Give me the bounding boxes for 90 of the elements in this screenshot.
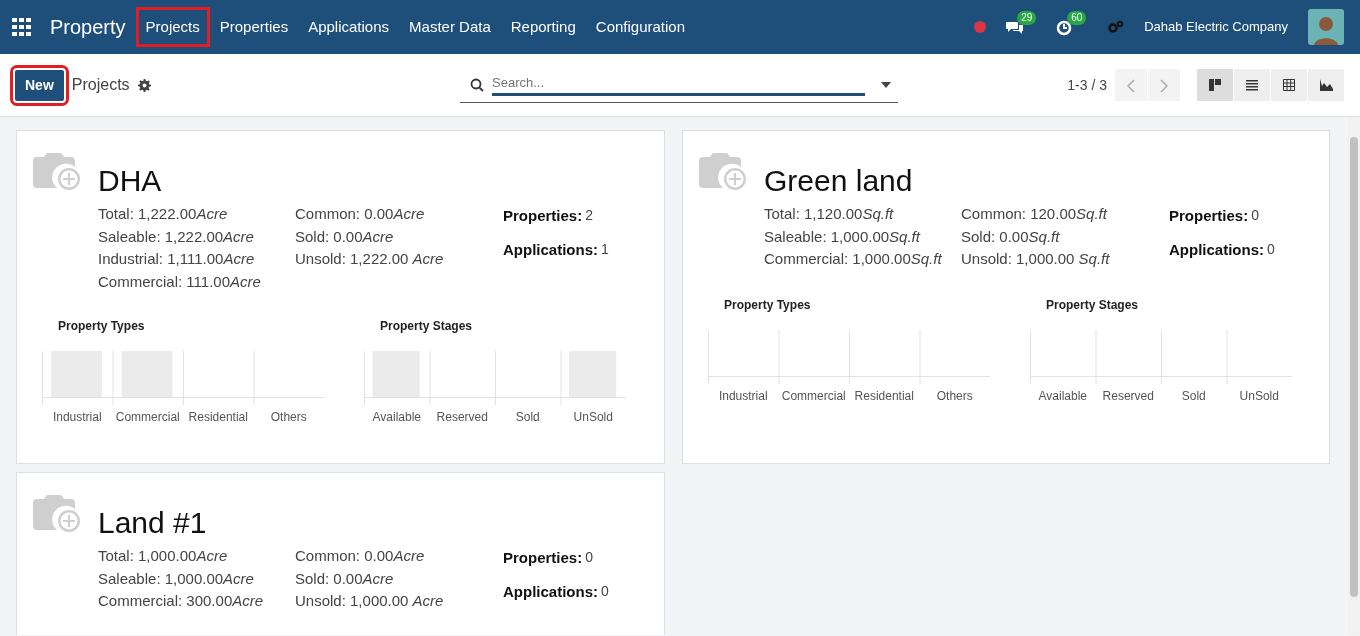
axis-label: Available xyxy=(1038,389,1087,403)
count-value: 1 xyxy=(601,239,609,259)
pivot-view-button[interactable] xyxy=(1271,69,1307,101)
clock-icon[interactable] xyxy=(1056,19,1073,36)
axis-label: Industrial xyxy=(52,410,102,424)
chart-title: Property Stages xyxy=(380,318,474,335)
stat-text: Sold: 0.00Sq.ft xyxy=(961,226,1061,247)
count-value: 0 xyxy=(601,581,609,601)
project-card[interactable] xyxy=(16,130,665,464)
settings-icon[interactable] xyxy=(137,78,151,92)
chart-title: Property Stages xyxy=(1046,297,1140,314)
count-value: 0 xyxy=(1267,239,1275,259)
axis-label: UnSold xyxy=(1239,389,1279,403)
menu-item[interactable]: Properties xyxy=(209,6,299,48)
stat-text: Sold: 0.00Acre xyxy=(295,568,395,589)
chart-title: Property Types xyxy=(724,297,812,314)
breadcrumb-title: Projects xyxy=(71,75,130,95)
kanban-view-icon xyxy=(1208,78,1222,92)
apps-menu-icon[interactable] xyxy=(12,18,32,36)
stat-text: Commercial: 111.00Acre xyxy=(98,271,262,292)
list-view-icon xyxy=(1245,78,1259,92)
menu-item[interactable]: Projects xyxy=(135,6,210,48)
pager-value: 1-3 / 3 xyxy=(1067,75,1107,95)
axis-label: Reserved xyxy=(1102,389,1154,403)
scrollbar-thumb[interactable] xyxy=(1350,137,1358,597)
stat-text: Unsold: 1,000.00 Acre xyxy=(295,591,445,611)
project-card[interactable]: Land #1 Total: 1,000.00Acre Saleable: 1,000.00Acre Commercial: 300.00Acre Common: 0.00Acre Sold: 0.00Acre Unsold: 1,000.00 Acre Properties: 0 Applications: 0 xyxy=(16,472,665,635)
menu-item[interactable]: Configuration xyxy=(585,6,696,48)
stat-text: Sold: 0.00Acre xyxy=(295,226,395,247)
stat-text: Total: 1,222.00Acre xyxy=(98,204,229,224)
project-title: DHA xyxy=(98,163,163,199)
axis-label: Others xyxy=(936,389,973,403)
chevron-left-icon xyxy=(1127,78,1135,93)
menu-item[interactable]: Applications xyxy=(298,6,400,48)
scrollbar[interactable] xyxy=(1348,117,1360,635)
company-name[interactable]: Dahab Electric Company xyxy=(1144,17,1288,37)
stat-text: Common: 0.00Acre xyxy=(295,546,426,566)
stat-text: Commercial: 1,000.00Sq.ft xyxy=(764,249,943,269)
axis-label: Reserved xyxy=(436,410,488,424)
count-value: 2 xyxy=(585,206,593,225)
axis-label: Commercial xyxy=(781,389,846,403)
axis-label: UnSold xyxy=(573,410,613,424)
axis-label: Residential xyxy=(854,389,914,403)
axis-label: Industrial xyxy=(718,389,768,403)
app-name[interactable]: Property xyxy=(50,12,126,42)
count-value: 0 xyxy=(1251,206,1259,225)
chevron-right-icon xyxy=(1160,78,1168,93)
count-label: Applications: xyxy=(1169,239,1264,260)
axis-label: Available xyxy=(372,410,421,424)
activity-count-badge: 60 xyxy=(1067,10,1087,25)
dropdown-caret-icon[interactable] xyxy=(881,81,891,88)
stat-text: Saleable: 1,222.00Acre xyxy=(98,226,255,247)
axis-label: Sold xyxy=(515,410,540,424)
axis-label: Commercial xyxy=(115,410,180,424)
stat-text: Industrial: 1,111.00Acre xyxy=(98,249,256,269)
axis-label: Residential xyxy=(188,410,248,424)
search-icon xyxy=(470,77,484,92)
count-value: 0 xyxy=(585,548,593,567)
status-dot-icon xyxy=(974,21,987,33)
project-title: Green land xyxy=(764,163,914,199)
stat-text: Unsold: 1,000.00 Sq.ft xyxy=(961,249,1111,269)
stat-text: Saleable: 1,000.00Sq.ft xyxy=(764,226,922,247)
project-title: Land #1 xyxy=(98,505,208,541)
kanban-view-button[interactable] xyxy=(1197,69,1233,101)
user-avatar[interactable] xyxy=(1308,9,1344,45)
count-label: Properties: xyxy=(503,206,583,226)
count-label: Properties: xyxy=(1169,206,1249,226)
count-label: Applications: xyxy=(503,239,598,260)
message-count-badge: 29 xyxy=(1017,10,1037,25)
pivot-view-icon xyxy=(1282,78,1296,92)
count-label: Properties: xyxy=(503,548,583,568)
stat-text: Common: 120.00Sq.ft xyxy=(961,204,1109,224)
axis-label: Others xyxy=(270,410,307,424)
stat-text: Total: 1,000.00Acre xyxy=(98,546,229,566)
stat-text: Total: 1,120.00Sq.ft xyxy=(764,204,895,224)
stat-text: Commercial: 300.00Acre xyxy=(98,591,265,611)
menu-item[interactable]: Reporting xyxy=(500,6,586,48)
chart-title: Property Types xyxy=(58,318,146,335)
project-card[interactable] xyxy=(682,130,1330,464)
gears-icon[interactable] xyxy=(1108,20,1125,34)
stat-text: Unsold: 1,222.00 Acre xyxy=(295,249,445,269)
stat-text: Common: 0.00Acre xyxy=(295,204,426,224)
chat-icon[interactable] xyxy=(1006,19,1025,36)
count-label: Applications: xyxy=(503,581,598,602)
menu-item[interactable]: Master Data xyxy=(399,6,501,48)
graph-view-button[interactable] xyxy=(1308,69,1344,101)
stat-text: Saleable: 1,000.00Acre xyxy=(98,568,255,589)
axis-label: Sold xyxy=(1181,389,1206,403)
graph-view-icon xyxy=(1319,78,1333,92)
list-view-button[interactable] xyxy=(1234,69,1270,101)
